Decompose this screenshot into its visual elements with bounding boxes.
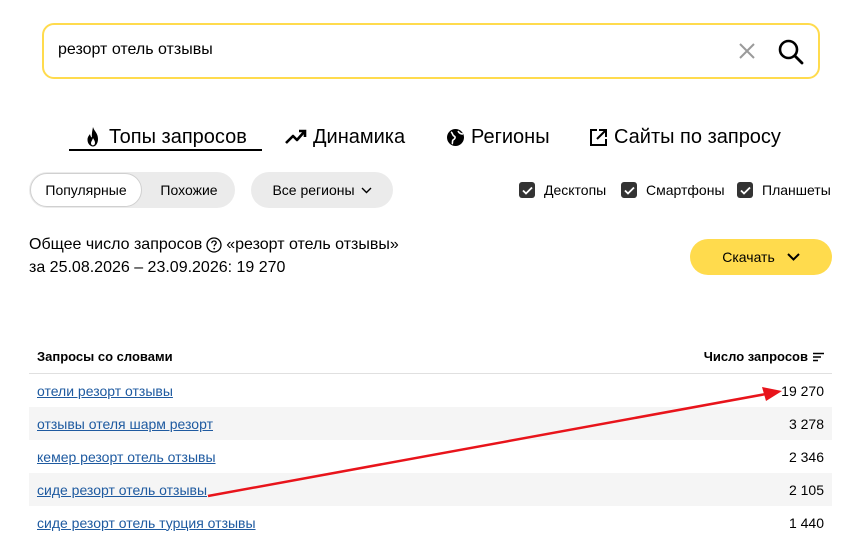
query-count: 2 346 <box>788 448 824 465</box>
checkbox-checked-icon <box>621 182 637 198</box>
desktop-label: Десктопы <box>544 182 607 198</box>
flame-icon <box>87 127 98 147</box>
external-link-icon <box>590 128 607 146</box>
tablet-checkbox[interactable]: Планшеты <box>737 181 831 199</box>
sort-icon <box>813 352 824 361</box>
smartphone-checkbox[interactable]: Смартфоны <box>621 181 725 199</box>
query-count: 2 105 <box>788 481 824 498</box>
query-link[interactable]: отзывы отеля шарм резорт <box>37 416 213 432</box>
smartphone-label: Смартфоны <box>646 182 725 198</box>
tab-top-queries-label: Топы запросов <box>109 125 247 148</box>
download-label: Скачать <box>722 249 775 265</box>
summary-query: «резорт отель отзывы» <box>226 236 399 253</box>
region-dropdown[interactable]: Все регионы <box>251 172 393 208</box>
queries-table: Запросы со словами Число запросов отели … <box>29 340 832 538</box>
query-count: 1 440 <box>788 514 824 531</box>
popular-button[interactable]: Популярные <box>30 173 142 207</box>
tablet-label: Планшеты <box>762 182 831 198</box>
globe-icon <box>447 128 464 146</box>
tab-sites[interactable]: Сайты по запросу <box>589 122 781 152</box>
summary-title: Общее число запросов «резорт отель отзыв… <box>29 236 399 254</box>
table-row: отзывы отеля шарм резорт 3 278 <box>29 407 832 440</box>
query-link[interactable]: отели резорт отзывы <box>37 383 173 399</box>
tab-regions[interactable]: Регионы <box>446 122 550 152</box>
query-link[interactable]: кемер резорт отель отзывы <box>37 449 216 465</box>
tabs-bar: Топы запросов Динамика Регионы Сайты по … <box>0 122 849 152</box>
table-row: сиде резорт отель отзывы 2 105 <box>29 473 832 506</box>
search-box[interactable]: резорт отель отзывы <box>42 23 820 79</box>
tab-top-queries[interactable]: Топы запросов <box>83 122 247 152</box>
question-icon[interactable] <box>206 237 222 253</box>
desktop-checkbox[interactable]: Десктопы <box>519 181 606 199</box>
tab-dynamics[interactable]: Динамика <box>285 122 405 152</box>
download-button[interactable]: Скачать <box>690 239 832 275</box>
query-count: 19 270 <box>781 382 824 399</box>
column-queries-header: Запросы со словами <box>37 349 173 364</box>
table-row: сиде резорт отель турция отзывы 1 440 <box>29 506 832 538</box>
similar-button[interactable]: Похожие <box>143 172 235 208</box>
table-row: кемер резорт отель отзывы 2 346 <box>29 440 832 473</box>
summary-prefix: Общее число запросов <box>29 236 203 253</box>
query-link[interactable]: сиде резорт отель турция отзывы <box>37 515 256 531</box>
column-count-label: Число запросов <box>703 349 808 364</box>
tab-sites-label: Сайты по запросу <box>614 125 781 148</box>
tab-regions-label: Регионы <box>471 125 550 148</box>
table-header: Запросы со словами Число запросов <box>29 340 832 374</box>
chevron-down-icon <box>787 253 800 261</box>
query-link[interactable]: сиде резорт отель отзывы <box>37 482 207 498</box>
checkbox-checked-icon <box>737 182 753 198</box>
table-row: отели резорт отзывы 19 270 <box>29 374 832 407</box>
column-count-header[interactable]: Число запросов <box>704 349 824 364</box>
search-icon[interactable] <box>777 38 805 66</box>
tab-dynamics-label: Динамика <box>313 125 406 148</box>
chevron-down-icon <box>361 187 372 193</box>
checkbox-checked-icon <box>519 182 535 198</box>
summary-period: за 25.08.2026 – 23.09.2026: 19 270 <box>29 259 286 276</box>
popular-similar-toggle: Популярные Похожие <box>29 172 235 208</box>
trend-icon <box>285 129 307 144</box>
clear-icon[interactable] <box>737 41 757 61</box>
query-count: 3 278 <box>788 415 824 432</box>
active-tab-underline <box>69 149 262 151</box>
search-input[interactable]: резорт отель отзывы <box>58 41 213 59</box>
region-dropdown-label: Все регионы <box>272 182 355 198</box>
